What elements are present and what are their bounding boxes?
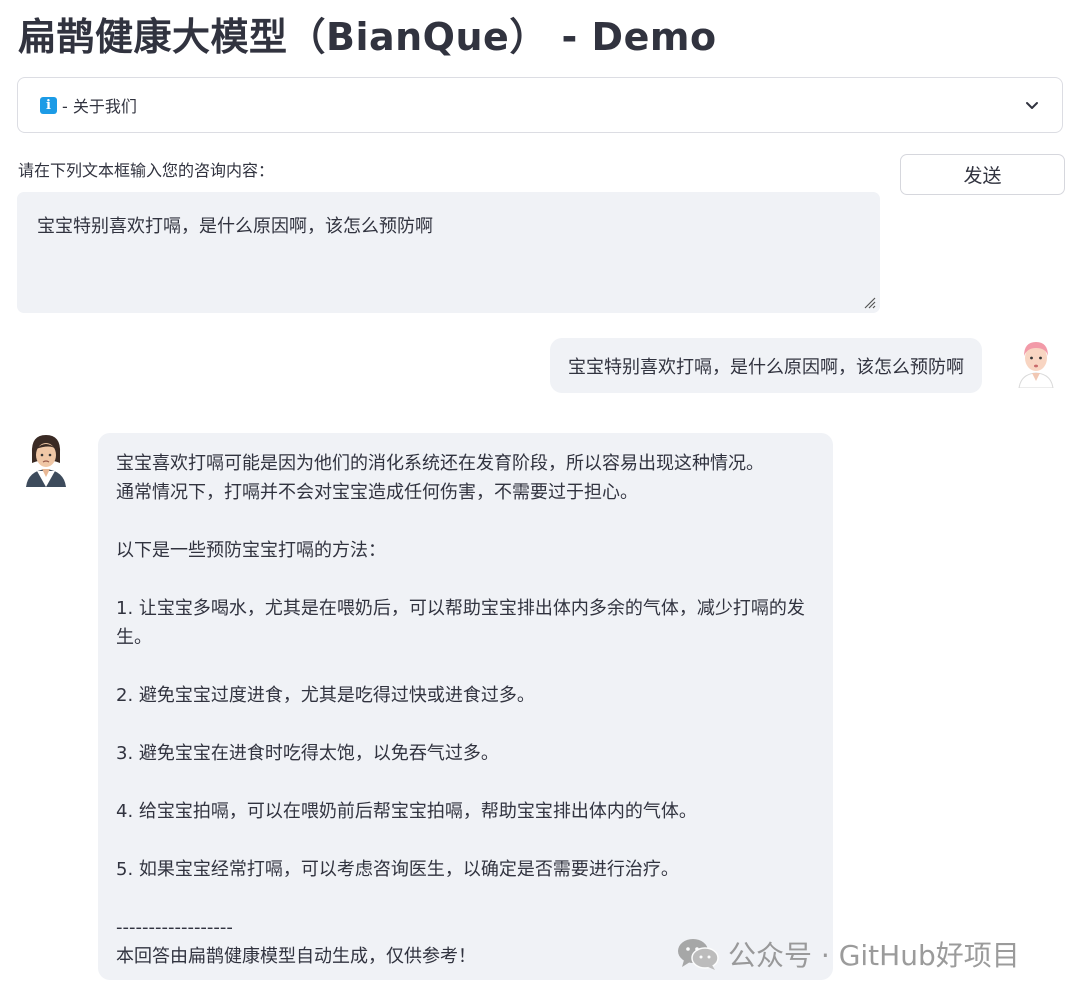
about-us-expander[interactable]: i - 关于我们: [17, 77, 1063, 133]
consult-textarea-container: 宝宝特别喜欢打嗝，是什么原因啊，该怎么预防啊: [17, 192, 880, 313]
reply-item-2: 2. 避免宝宝过度进食，尤其是吃得过快或进食过多。: [116, 685, 535, 706]
reply-item-1: 1. 让宝宝多喝水，尤其是在喂奶后，可以帮助宝宝排出体内多余的气体，减少打嗝的发…: [116, 598, 805, 648]
watermark: 公众号 · GitHub好项目: [676, 934, 1020, 974]
doctor-avatar: [26, 435, 66, 487]
watermark-text: 公众号 · GitHub好项目: [728, 939, 1020, 972]
consult-textarea[interactable]: 宝宝特别喜欢打嗝，是什么原因啊，该怎么预防啊: [17, 192, 880, 313]
reply-intro-1: 宝宝喜欢打嗝可能是因为他们的消化系统还在发育阶段，所以容易出现这种情况。: [116, 453, 764, 474]
page-title: 扁鹊健康大模型（BianQue） - Demo: [18, 15, 717, 59]
reply-item-4: 4. 给宝宝拍嗝，可以在喂奶前后帮宝宝拍嗝，帮助宝宝排出体内的气体。: [116, 801, 697, 822]
resize-handle-icon[interactable]: [862, 295, 876, 309]
reply-item-5: 5. 如果宝宝经常打嗝，可以考虑咨询医生，以确定是否需要进行治疗。: [116, 859, 679, 880]
info-icon: i: [40, 96, 57, 114]
expander-label: - 关于我们: [62, 97, 137, 116]
wechat-icon: [678, 939, 719, 970]
reply-item-3: 3. 避免宝宝在进食时吃得太饱，以免吞气过多。: [116, 743, 499, 764]
user-avatar: [1018, 342, 1054, 388]
user-message-bubble: 宝宝特别喜欢打嗝，是什么原因啊，该怎么预防啊: [550, 338, 982, 393]
reply-intro-2: 通常情况下，打嗝并不会对宝宝造成任何伤害，不需要过于担心。: [116, 482, 638, 503]
reply-lead: 以下是一些预防宝宝打嗝的方法：: [116, 540, 386, 561]
chevron-down-icon: [1026, 102, 1038, 109]
bot-message-bubble: 宝宝喜欢打嗝可能是因为他们的消化系统还在发育阶段，所以容易出现这种情况。 通常情…: [98, 433, 833, 980]
send-button[interactable]: 发送: [900, 154, 1065, 195]
input-label: 请在下列文本框输入您的咨询内容：: [18, 161, 275, 180]
